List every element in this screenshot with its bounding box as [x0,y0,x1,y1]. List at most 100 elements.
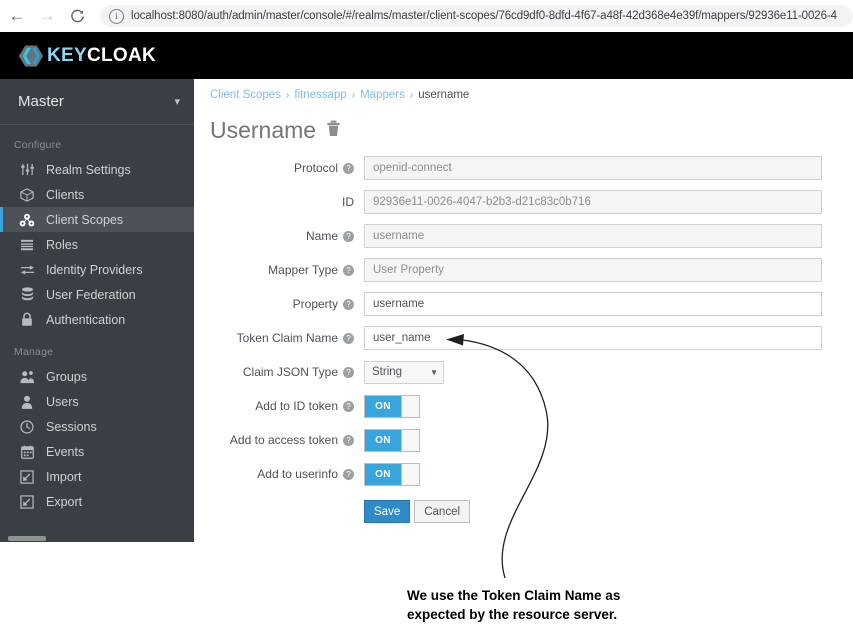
sidebar-item-import[interactable]: Import [0,464,194,489]
form-label-text: Claim JSON Type [242,365,338,379]
trash-icon[interactable] [326,120,341,142]
toggle-state-label: ON [365,463,401,485]
logo-key-text: KEY [47,44,87,66]
sidebar-item-identity-providers[interactable]: Identity Providers [0,257,194,282]
form-label-property: Property? [194,297,364,311]
toggle-state-label: ON [365,395,401,417]
logo-cloak-text: CLOAK [86,44,157,66]
browser-toolbar: ← → i localhost:8080/auth/admin/master/c… [0,0,853,32]
sidebar-item-authentication[interactable]: Authentication [0,307,194,332]
chevron-down-icon: ▼ [430,367,438,377]
info-circle-icon[interactable]: i [109,8,124,24]
form-label-text: Token Claim Name [236,331,338,345]
form-label-add-to-access-token: Add to access token? [194,433,364,447]
cancel-button[interactable]: Cancel [414,500,471,523]
back-icon[interactable]: ← [4,3,30,29]
sidebar-item-label: Authentication [46,312,126,327]
input-protocol [364,156,822,180]
form-label-protocol: Protocol? [194,161,364,175]
form-row-claim-json-type: Claim JSON Type? String ▼ [194,360,853,384]
sidebar-item-groups[interactable]: Groups [0,364,194,389]
sidebar-section-label: Manage [14,346,54,358]
sidebar-item-events[interactable]: Events [0,439,194,464]
keycloak-logo[interactable]: KEYCLOAK [18,43,156,69]
form-label-claim-json-type: Claim JSON Type? [194,365,364,379]
form-label-add-to-id-token: Add to ID token? [194,399,364,413]
mapper-form: Protocol?IDName?Mapper Type?Property?Tok… [194,156,853,486]
help-icon[interactable]: ? [343,468,354,480]
input-id [364,190,822,214]
form-label-text: Add to access token [229,433,338,447]
help-icon[interactable]: ? [343,298,354,310]
address-bar[interactable]: i localhost:8080/auth/admin/master/conso… [100,5,853,27]
help-icon[interactable]: ? [343,400,354,412]
export-arrow-icon [17,494,37,510]
input-mapper-type [364,258,822,282]
molecule-icon [17,212,37,228]
annotation-caption-line1: We use the Token Claim Name as [407,588,621,603]
save-button[interactable]: Save [364,500,411,523]
toggle-add-to-access-token[interactable]: ON [364,428,420,452]
page-title-row: Username [194,101,853,144]
input-name [364,224,822,248]
keycloak-wordmark: KEYCLOAK [47,45,156,67]
form-row-mapper-type: Mapper Type? [194,258,853,282]
input-token-claim-name[interactable] [364,326,822,350]
calendar-icon [17,444,37,460]
reload-icon[interactable] [64,3,90,29]
form-label-text: Mapper Type [268,263,338,277]
breadcrumb-item-mappers[interactable]: Mappers [360,89,405,101]
help-icon[interactable]: ? [343,332,354,344]
sidebar-item-label: Users [46,394,79,409]
toggle-knob [401,463,419,485]
sidebar-item-roles[interactable]: Roles [0,232,194,257]
exchange-arrows-icon [17,262,37,278]
form-label-text: Add to ID token [255,399,338,413]
sidebar-item-export[interactable]: Export [0,489,194,514]
form-label-text: Name [305,229,338,243]
form-buttons: Save Cancel [364,500,853,523]
form-label-name: Name? [194,229,364,243]
sidebar-item-label: Groups [46,369,87,384]
help-icon[interactable]: ? [343,434,354,446]
user-icon [17,394,37,410]
sidebar-item-client-scopes[interactable]: Client Scopes [0,207,194,232]
page-title: Username [210,117,317,143]
sidebar-item-label: Import [46,469,82,484]
cube-icon [17,187,37,203]
realm-selector[interactable]: Master ▾ [0,79,194,125]
form-row-property: Property? [194,292,853,316]
breadcrumb-separator: › [409,90,414,101]
breadcrumb-item-client-scopes[interactable]: Client Scopes [210,89,281,101]
form-label-text: ID [342,195,354,209]
sidebar-item-users[interactable]: Users [0,389,194,414]
form-row-token-claim-name: Token Claim Name? [194,326,853,350]
users-group-icon [17,369,37,385]
sidebar-item-realm-settings[interactable]: Realm Settings [0,157,194,182]
select-claim-json-type[interactable]: String ▼ [364,360,444,384]
sidebar-item-label: Export [46,494,83,509]
sidebar-item-sessions[interactable]: Sessions [0,414,194,439]
import-arrow-icon [17,469,37,485]
sidebar-scrollbar[interactable] [8,536,46,541]
input-property[interactable] [364,292,822,316]
sidebar-item-clients[interactable]: Clients [0,182,194,207]
toggle-add-to-userinfo[interactable]: ON [364,462,420,486]
form-label-text: Add to userinfo [257,467,338,481]
annotation-caption-line2: expected by the resource server. [407,607,618,622]
sidebar-item-label: Client Scopes [46,212,124,227]
sidebar: Master ▾ Configure Realm Settings Clients C… [0,79,194,542]
help-icon[interactable]: ? [343,366,354,378]
help-icon[interactable]: ? [343,162,354,174]
toggle-add-to-id-token[interactable]: ON [364,394,420,418]
annotation-caption: We use the Token Claim Name as expected … [407,586,737,624]
form-label-add-to-userinfo: Add to userinfo? [194,467,364,481]
sidebar-item-user-federation[interactable]: User Federation [0,282,194,307]
list-icon [17,237,37,253]
help-icon[interactable]: ? [343,264,354,276]
forward-icon[interactable]: → [34,3,60,29]
help-icon[interactable]: ? [343,230,354,242]
breadcrumb-item-fitnessapp[interactable]: fitnessapp [294,89,346,101]
sidebar-section-label: Configure [14,139,62,151]
database-icon [17,287,37,303]
